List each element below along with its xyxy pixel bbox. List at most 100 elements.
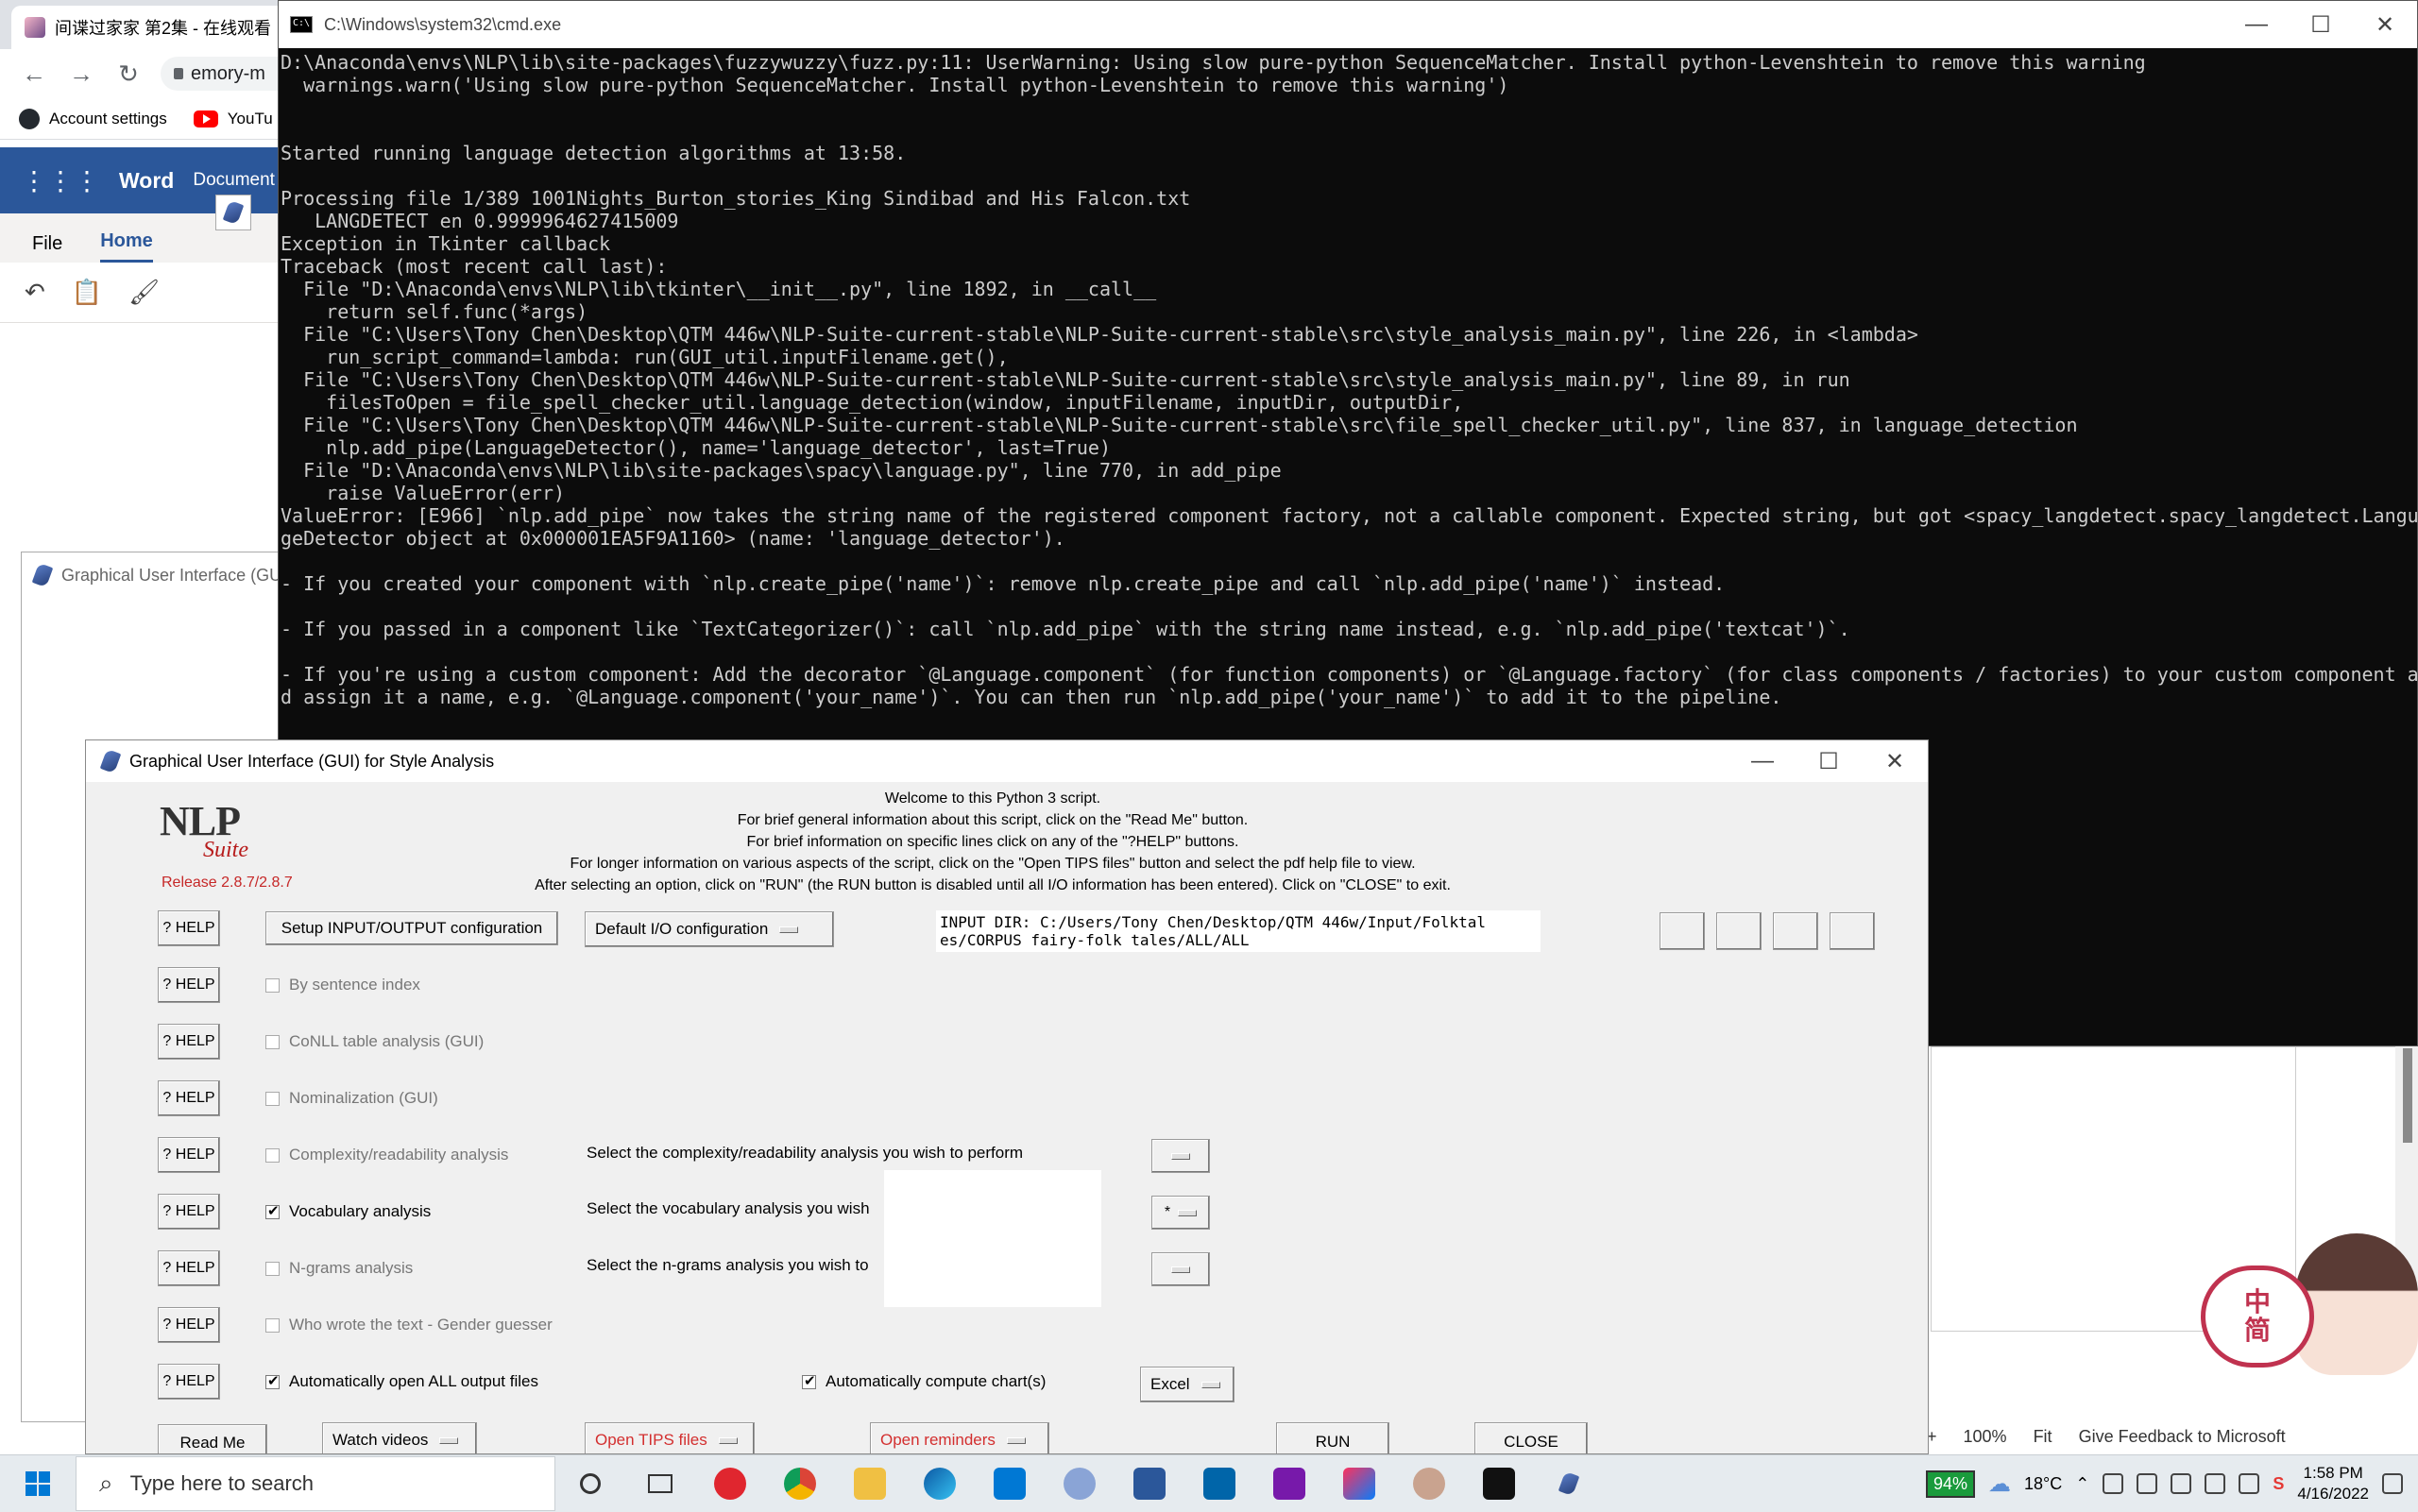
anime-app-icon[interactable]: [1394, 1455, 1464, 1512]
checkbox[interactable]: [265, 977, 280, 993]
option-ngrams[interactable]: N-grams analysis: [265, 1259, 413, 1278]
forward-arrow-icon[interactable]: →: [66, 59, 96, 89]
help-button-ngrams[interactable]: ? HELP: [158, 1250, 220, 1286]
run-button[interactable]: RUN: [1276, 1422, 1389, 1453]
vscode-icon[interactable]: [1184, 1455, 1254, 1512]
help-button-complexity[interactable]: ? HELP: [158, 1137, 220, 1173]
checkbox-checked[interactable]: [265, 1372, 280, 1389]
maximize-icon[interactable]: ☐: [2289, 1, 2353, 48]
app-launcher-icon[interactable]: ⋮⋮⋮: [21, 165, 100, 196]
open-tips-menu[interactable]: Open TIPS files: [585, 1422, 755, 1453]
minimize-icon[interactable]: —: [2224, 1, 2289, 48]
open-config-button[interactable]: [1830, 912, 1875, 950]
help-button-vocabulary[interactable]: ? HELP: [158, 1194, 220, 1230]
checkbox[interactable]: [265, 1147, 280, 1163]
checkbox-checked[interactable]: [802, 1372, 816, 1389]
chevron-up-icon[interactable]: ⌃: [2075, 1474, 2089, 1494]
gui-titlebar[interactable]: Graphical User Interface (GUI) for Style…: [86, 740, 1928, 782]
checkbox[interactable]: [265, 1091, 280, 1106]
fit-button[interactable]: Fit: [2034, 1427, 2052, 1447]
close-button[interactable]: CLOSE: [1474, 1422, 1588, 1453]
help-button-sentence-index[interactable]: ? HELP: [158, 967, 220, 1003]
browser-tab[interactable]: 间谍过家家 第2集 - 在线观看: [11, 6, 285, 49]
volume-icon[interactable]: [2171, 1473, 2192, 1494]
start-button[interactable]: [0, 1455, 76, 1512]
open-input-file-button[interactable]: [1660, 912, 1705, 950]
word-icon[interactable]: [1115, 1455, 1184, 1512]
cloud-icon[interactable]: ☁: [1988, 1470, 2011, 1498]
bookmark-account-settings[interactable]: Account settings: [19, 108, 167, 129]
setup-io-button[interactable]: Setup INPUT/OUTPUT configuration: [265, 911, 558, 945]
open-input-dir-button[interactable]: [1716, 912, 1762, 950]
ngrams-menu[interactable]: [1151, 1252, 1210, 1286]
minimize-icon[interactable]: —: [1729, 740, 1796, 782]
back-arrow-icon[interactable]: ←: [19, 59, 49, 89]
task-view-icon[interactable]: [625, 1455, 695, 1512]
feather-taskbar-icon[interactable]: [1534, 1455, 1604, 1512]
checkbox-checked[interactable]: [265, 1202, 280, 1219]
mail-icon[interactable]: [975, 1455, 1045, 1512]
r-icon[interactable]: [1045, 1455, 1115, 1512]
word-document-name[interactable]: Document: [193, 170, 275, 191]
network-icon[interactable]: [2137, 1473, 2158, 1494]
tab-file[interactable]: File: [32, 233, 62, 263]
input-method-mascot[interactable]: 中 简: [2191, 1228, 2418, 1379]
notification-icon[interactable]: [2382, 1473, 2403, 1494]
option-gender-guesser[interactable]: Who wrote the text - Gender guesser: [265, 1316, 553, 1334]
netease-music-icon[interactable]: [695, 1455, 765, 1512]
terminal-taskbar-icon[interactable]: [1464, 1455, 1534, 1512]
complexity-menu[interactable]: [1151, 1139, 1210, 1173]
feedback-link[interactable]: Give Feedback to Microsoft: [2079, 1427, 2286, 1447]
checkbox[interactable]: [265, 1261, 280, 1276]
option-vocabulary[interactable]: Vocabulary analysis: [265, 1202, 431, 1221]
help-button-open-output[interactable]: ? HELP: [158, 1364, 220, 1400]
checkbox[interactable]: [265, 1317, 280, 1333]
reload-icon[interactable]: ↻: [113, 59, 144, 89]
help-button-gender[interactable]: ? HELP: [158, 1307, 220, 1343]
open-output-dir-button[interactable]: [1773, 912, 1818, 950]
clipboard-icon[interactable]: 📋: [72, 278, 102, 307]
close-icon[interactable]: ✕: [1862, 740, 1928, 782]
tab-home[interactable]: Home: [100, 230, 153, 263]
vocabulary-menu[interactable]: *: [1151, 1196, 1210, 1230]
watch-videos-menu[interactable]: Watch videos: [322, 1422, 477, 1453]
close-icon[interactable]: ✕: [2353, 1, 2417, 48]
input-method-bubble[interactable]: 中 简: [2201, 1266, 2314, 1368]
default-io-menu[interactable]: Default I/O configuration: [585, 911, 834, 947]
cortana-icon[interactable]: [555, 1455, 625, 1512]
background-gui-titlebar[interactable]: Graphical User Interface (GUI): [22, 552, 305, 598]
microphone-icon[interactable]: [2103, 1473, 2124, 1494]
battery-indicator[interactable]: 94%: [1926, 1470, 1976, 1498]
chart-package-menu[interactable]: Excel: [1140, 1367, 1235, 1402]
option-complexity[interactable]: Complexity/readability analysis: [265, 1146, 508, 1164]
clock[interactable]: 1:58 PM 4/16/2022: [2297, 1463, 2369, 1504]
read-me-button[interactable]: Read Me: [158, 1424, 267, 1453]
open-reminders-menu[interactable]: Open reminders: [870, 1422, 1049, 1453]
option-nominalization[interactable]: Nominalization (GUI): [265, 1089, 438, 1108]
document-scrollbar-thumb[interactable]: [2403, 1048, 2412, 1143]
undo-icon[interactable]: ↶: [25, 278, 45, 307]
bookmark-youtube[interactable]: YouTu: [193, 110, 273, 128]
option-by-sentence-index[interactable]: By sentence index: [265, 976, 420, 994]
format-painter-icon[interactable]: 🖌: [128, 278, 160, 307]
cmd-titlebar[interactable]: C:\ C:\Windows\system32\cmd.exe — ☐ ✕: [279, 1, 2417, 48]
temperature[interactable]: 18°C: [2024, 1474, 2062, 1494]
chrome-icon[interactable]: [765, 1455, 835, 1512]
pen-icon[interactable]: [2205, 1473, 2226, 1494]
taskbar-search[interactable]: ⌕ Type here to search: [76, 1456, 555, 1511]
sogou-ime-icon[interactable]: S: [2273, 1474, 2284, 1494]
edge-icon[interactable]: [905, 1455, 975, 1512]
onenote-icon[interactable]: [1254, 1455, 1324, 1512]
option-conll-table[interactable]: CoNLL table analysis (GUI): [265, 1032, 484, 1051]
maximize-icon[interactable]: ☐: [1796, 740, 1862, 782]
help-button-conll[interactable]: ? HELP: [158, 1024, 220, 1060]
intellij-icon[interactable]: [1324, 1455, 1394, 1512]
checkbox[interactable]: [265, 1034, 280, 1049]
option-auto-chart[interactable]: Automatically compute chart(s): [802, 1372, 1046, 1391]
keyboard-icon[interactable]: [2239, 1473, 2260, 1494]
help-button-nominalization[interactable]: ? HELP: [158, 1080, 220, 1116]
tk-window-stub[interactable]: [215, 195, 251, 230]
zoom-level[interactable]: 100%: [1964, 1427, 2007, 1447]
file-explorer-icon[interactable]: [835, 1455, 905, 1512]
option-open-output[interactable]: Automatically open ALL output files: [265, 1372, 538, 1391]
